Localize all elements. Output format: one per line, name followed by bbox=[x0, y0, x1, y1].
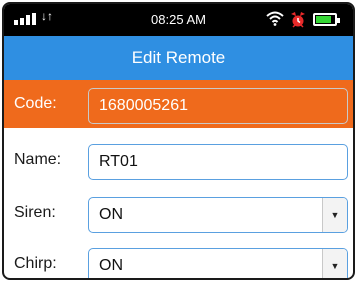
page-title: Edit Remote bbox=[4, 36, 353, 80]
name-label: Name: bbox=[14, 151, 62, 168]
code-field[interactable]: 1680005261 bbox=[88, 88, 348, 124]
code-row: Code: 1680005261 bbox=[4, 80, 353, 128]
chirp-label: Chirp: bbox=[14, 255, 57, 272]
siren-row: Siren: ON ▼ bbox=[4, 189, 353, 237]
code-label: Code: bbox=[14, 95, 57, 112]
alarm-clock-icon bbox=[291, 12, 305, 28]
chirp-value: ON bbox=[99, 257, 123, 274]
siren-label: Siren: bbox=[14, 204, 56, 221]
status-bar: ↓↑ 08:25 AM bbox=[4, 4, 353, 36]
chirp-select[interactable]: ON ▼ bbox=[88, 248, 348, 278]
battery-icon bbox=[313, 13, 340, 26]
name-value: RT01 bbox=[99, 153, 138, 170]
code-value: 1680005261 bbox=[99, 97, 188, 114]
siren-value: ON bbox=[99, 206, 123, 223]
dropdown-arrow-icon[interactable]: ▼ bbox=[322, 198, 347, 232]
siren-select[interactable]: ON ▼ bbox=[88, 197, 348, 233]
dropdown-arrow-icon[interactable]: ▼ bbox=[322, 249, 347, 278]
chirp-row: Chirp: ON ▼ bbox=[4, 240, 353, 278]
wifi-icon bbox=[266, 11, 284, 26]
phone-screen: ↓↑ 08:25 AM Edit Remote Code: 1680005261… bbox=[2, 2, 355, 280]
name-row: Name: RT01 bbox=[4, 136, 353, 184]
name-field[interactable]: RT01 bbox=[88, 144, 348, 180]
battery-level-fill bbox=[316, 16, 332, 23]
